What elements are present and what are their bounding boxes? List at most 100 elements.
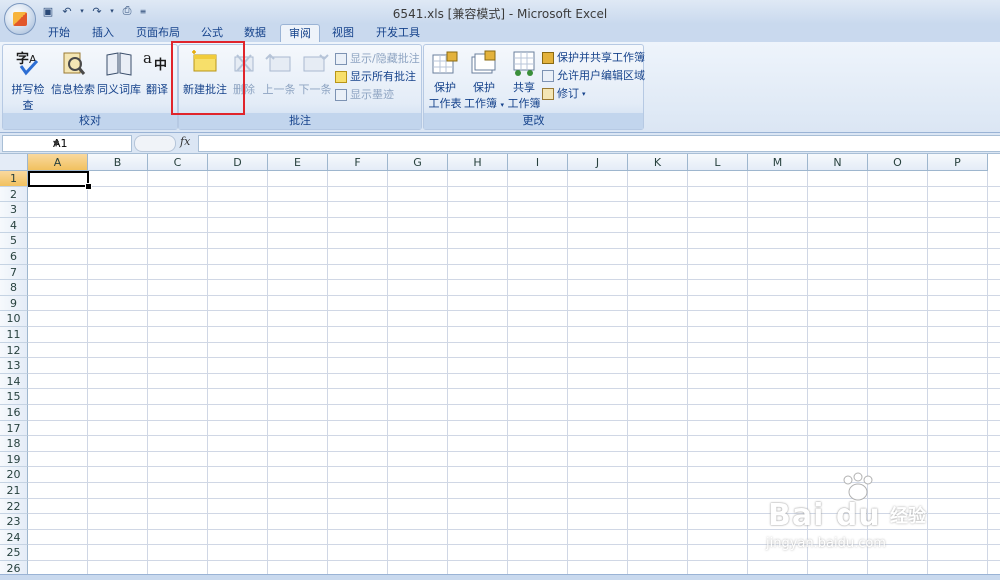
row-header[interactable]: 5 <box>0 233 28 249</box>
share-workbook-label-2: 工作簿 <box>507 97 541 110</box>
row-header[interactable]: 22 <box>0 498 28 515</box>
row-header[interactable]: 25 <box>0 545 28 561</box>
active-cell[interactable] <box>28 171 89 187</box>
column-header[interactable]: M <box>748 154 808 171</box>
tab-developer[interactable]: 开发工具 <box>370 24 426 41</box>
show-ink-button[interactable]: 显示墨迹 <box>335 87 394 103</box>
formula-input[interactable] <box>198 135 1000 152</box>
column-header[interactable]: L <box>688 154 748 171</box>
protect-workbook-label-2: 工作簿 <box>464 97 497 110</box>
office-button[interactable] <box>4 3 36 35</box>
protect-sheet-button[interactable]: 保护 工作表 <box>426 49 464 111</box>
row-header[interactable]: 26 <box>0 561 28 574</box>
row-header[interactable]: 8 <box>0 280 28 296</box>
office-logo-icon <box>13 12 27 26</box>
row-header[interactable]: 1 <box>0 171 28 187</box>
row-header[interactable]: 6 <box>0 249 28 265</box>
column-header[interactable]: E <box>268 154 328 171</box>
row-header[interactable]: 12 <box>0 342 28 359</box>
formula-bar: A1 ▼ fx <box>0 133 1000 154</box>
row-header[interactable]: 21 <box>0 483 28 499</box>
row-header[interactable]: 2 <box>0 186 28 203</box>
row-header[interactable]: 7 <box>0 264 28 281</box>
protect-share-label: 保护并共享工作簿 <box>557 51 645 64</box>
column-header[interactable]: D <box>208 154 268 171</box>
sheet-tab-bar <box>0 574 1000 580</box>
row-header[interactable]: 3 <box>0 202 28 218</box>
tab-formulas[interactable]: 公式 <box>193 24 231 41</box>
fill-handle[interactable] <box>85 183 92 190</box>
row-header[interactable]: 16 <box>0 405 28 421</box>
grid-hline <box>28 232 1000 234</box>
research-button[interactable]: 信息检索 <box>51 49 95 97</box>
track-changes-button[interactable]: 修订 ▾ <box>542 86 586 102</box>
row-header[interactable]: 9 <box>0 295 28 312</box>
column-header[interactable]: K <box>628 154 688 171</box>
spelling-icon: 字 A <box>16 51 39 76</box>
column-header[interactable]: I <box>508 154 568 171</box>
name-box-dropdown-icon[interactable]: ▼ <box>53 136 128 151</box>
grid-hline <box>28 466 1000 468</box>
column-header[interactable]: C <box>148 154 208 171</box>
column-header[interactable]: O <box>868 154 928 171</box>
row-header[interactable]: 19 <box>0 451 28 468</box>
row-header[interactable]: 13 <box>0 358 28 374</box>
show-ink-icon <box>335 89 347 101</box>
svg-text:a: a <box>143 49 152 67</box>
row-header[interactable]: 14 <box>0 373 28 390</box>
next-comment-button[interactable]: 下一条 <box>297 49 333 97</box>
spelling-label: 拼写检查 <box>11 83 45 112</box>
thesaurus-button[interactable]: 同义词库 <box>97 49 141 97</box>
share-workbook-icon <box>513 51 535 76</box>
allow-users-edit-button[interactable]: 允许用户编辑区域 <box>542 68 645 84</box>
tab-view[interactable]: 视图 <box>324 24 362 41</box>
protect-share-workbook-button[interactable]: 保护并共享工作簿 <box>542 50 645 66</box>
research-icon <box>63 52 86 75</box>
column-header[interactable]: F <box>328 154 388 171</box>
show-all-comments-button[interactable]: 显示所有批注 <box>335 69 416 85</box>
previous-comment-button[interactable]: 上一条 <box>261 49 297 97</box>
spelling-button[interactable]: 字 A 拼写检查 <box>7 49 49 113</box>
insert-function-icon[interactable]: fx <box>180 135 190 148</box>
tab-home[interactable]: 开始 <box>40 24 78 41</box>
track-changes-label: 修订 <box>557 87 579 100</box>
select-all-corner[interactable] <box>0 154 28 171</box>
row-header[interactable]: 11 <box>0 327 28 343</box>
row-header[interactable]: 18 <box>0 436 28 452</box>
row-header[interactable]: 10 <box>0 311 28 327</box>
row-header[interactable]: 24 <box>0 529 28 546</box>
grid-hline <box>28 216 1000 218</box>
grid-hline <box>28 310 1000 312</box>
window-title: 6541.xls [兼容模式] - Microsoft Excel <box>392 7 608 21</box>
row-header[interactable]: 20 <box>0 467 28 483</box>
protect-workbook-label-2-wrap: 工作簿 ▾ <box>464 95 504 111</box>
dropdown-arrow-icon: ▾ <box>582 90 586 98</box>
protect-sheet-icon <box>432 51 458 74</box>
previous-comment-label: 上一条 <box>262 83 296 96</box>
column-header[interactable]: P <box>928 154 988 171</box>
column-header[interactable]: B <box>88 154 148 171</box>
row-header[interactable]: 15 <box>0 389 28 405</box>
grid-hline <box>28 294 1000 296</box>
column-header[interactable]: J <box>568 154 628 171</box>
protect-workbook-button[interactable]: 保护 工作簿 ▾ <box>464 49 504 111</box>
tab-insert[interactable]: 插入 <box>84 24 122 41</box>
translate-button[interactable]: a 中 翻译 <box>141 49 173 97</box>
tab-data[interactable]: 数据 <box>236 24 274 41</box>
row-header[interactable]: 4 <box>0 217 28 234</box>
column-header[interactable]: A <box>28 154 88 171</box>
row-header[interactable]: 23 <box>0 514 28 530</box>
show-hide-comment-button[interactable]: 显示/隐藏批注 <box>335 51 420 67</box>
thesaurus-label: 同义词库 <box>97 83 141 96</box>
show-ink-label: 显示墨迹 <box>350 88 394 101</box>
share-workbook-button[interactable]: 共享 工作簿 <box>504 49 544 111</box>
row-header[interactable]: 17 <box>0 420 28 437</box>
tab-review[interactable]: 审阅 <box>280 24 320 43</box>
column-header[interactable]: G <box>388 154 448 171</box>
column-header[interactable]: H <box>448 154 508 171</box>
tab-page-layout[interactable]: 页面布局 <box>130 24 186 41</box>
column-header[interactable]: N <box>808 154 868 171</box>
grid-hline <box>28 279 1000 281</box>
name-box[interactable]: A1 ▼ <box>2 135 132 152</box>
grid-hline <box>28 435 1000 437</box>
